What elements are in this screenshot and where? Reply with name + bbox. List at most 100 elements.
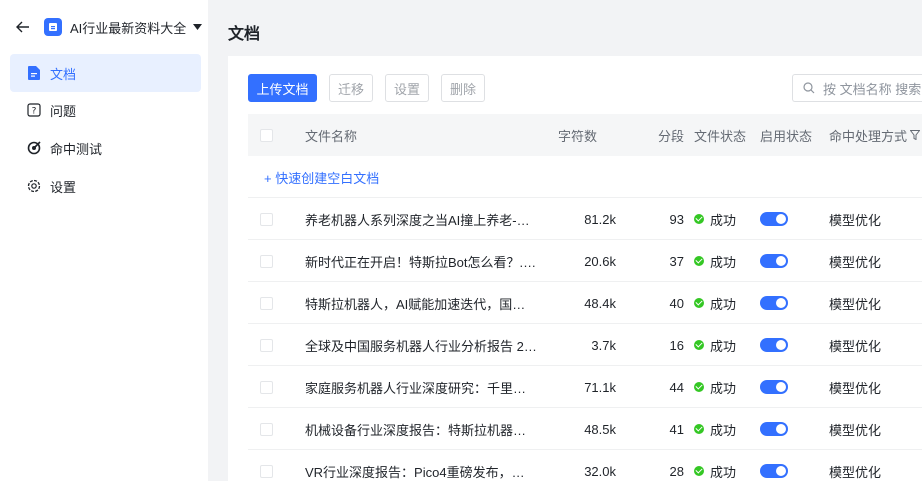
table-header: 文件名称 字符数 分段 文件状态 启用状态 命中处理方式: [248, 114, 922, 156]
file-status: 成功: [710, 212, 737, 228]
svg-text:?: ?: [32, 107, 37, 117]
upload-document-button[interactable]: 上传文档: [248, 74, 317, 102]
file-status: 成功: [710, 296, 737, 312]
sidebar-item-label: 文档: [50, 66, 77, 82]
file-name[interactable]: 特斯拉机器人，AI赋能加速迭代，国产…: [305, 294, 537, 313]
segment-count: 28: [669, 463, 684, 479]
table-body: 养老机器人系列深度之当AI撞上养老-东… 81.2k 93 成功 模型优化 新时代正在开启…: [248, 198, 922, 481]
char-count: 32.0k: [584, 463, 616, 479]
char-count: 48.4k: [584, 295, 616, 311]
segment-count: 16: [669, 337, 684, 353]
table-row[interactable]: VR行业深度报告：Pico4重磅发布，产… 32.0k 28 成功 模型优化: [248, 450, 922, 481]
enable-toggle[interactable]: [760, 464, 788, 478]
row-checkbox[interactable]: [260, 380, 273, 394]
header-file-status: 文件状态: [694, 128, 747, 144]
success-check-icon: [694, 214, 704, 224]
segment-count: 93: [669, 211, 684, 227]
header-file-name: 文件名称: [305, 128, 358, 144]
header-segments: 分段: [657, 128, 684, 144]
sidebar-item-label: 设置: [50, 179, 77, 195]
char-count: 81.2k: [584, 211, 616, 227]
knowledge-base-logo-icon: [44, 18, 62, 36]
hit-mode: 模型优化: [829, 422, 882, 438]
knowledge-base-header: AI行业最新资料大全: [0, 0, 208, 54]
segment-count: 40: [669, 295, 684, 311]
success-check-icon: [694, 466, 704, 476]
char-count: 48.5k: [584, 421, 616, 437]
target-icon: [26, 140, 42, 156]
documents-table: 文件名称 字符数 分段 文件状态 启用状态 命中处理方式 + 快速创建空白文档 …: [248, 114, 922, 481]
row-checkbox[interactable]: [260, 212, 273, 226]
enable-toggle[interactable]: [760, 254, 788, 268]
char-count: 71.1k: [584, 379, 616, 395]
row-checkbox[interactable]: [260, 464, 273, 478]
file-status: 成功: [710, 464, 737, 480]
table-row[interactable]: 新时代正在开启！特斯拉Bot怎么看？.pdf 20.6k 37 成功 模型优化: [248, 240, 922, 282]
row-checkbox[interactable]: [260, 338, 273, 352]
documents-panel: 上传文档 迁移 设置 删除 按 文档名称 搜索 文件名称 字符数 分段 文件状态…: [228, 56, 922, 481]
quick-create-row[interactable]: + 快速创建空白文档: [248, 156, 922, 198]
success-check-icon: [694, 424, 704, 434]
caret-down-icon[interactable]: [192, 22, 202, 32]
file-name[interactable]: 家庭服务机器人行业深度研究：千里之…: [305, 378, 537, 397]
file-name[interactable]: 新时代正在开启！特斯拉Bot怎么看？.pdf: [305, 252, 537, 271]
gear-icon: [26, 178, 42, 194]
row-checkbox[interactable]: [260, 422, 273, 436]
header-enable-status: 启用状态: [760, 128, 813, 144]
sidebar-item-hit-test[interactable]: 命中测试: [10, 129, 201, 167]
hit-mode: 模型优化: [829, 254, 882, 270]
hit-mode: 模型优化: [829, 338, 882, 354]
table-row[interactable]: 家庭服务机器人行业深度研究：千里之… 71.1k 44 成功 模型优化: [248, 366, 922, 408]
file-name[interactable]: 全球及中国服务机器人行业分析报告 2…: [305, 336, 537, 355]
header-chars: 字符数: [558, 128, 598, 144]
segment-count: 44: [669, 379, 684, 395]
hit-mode: 模型优化: [829, 380, 882, 396]
search-placeholder: 按 文档名称 搜索: [823, 81, 922, 97]
sidebar-item-questions[interactable]: ? 问题: [10, 91, 201, 129]
file-status: 成功: [710, 380, 737, 396]
table-row[interactable]: 全球及中国服务机器人行业分析报告 2… 3.7k 16 成功 模型优化: [248, 324, 922, 366]
file-name[interactable]: 机械设备行业深度报告：特斯拉机器人…: [305, 420, 537, 439]
enable-toggle[interactable]: [760, 422, 788, 436]
main-content: 文档 上传文档 迁移 设置 删除 按 文档名称 搜索 文件名称 字符数 分段 文…: [208, 0, 922, 481]
enable-toggle[interactable]: [760, 338, 788, 352]
char-count: 3.7k: [591, 337, 616, 353]
hit-mode: 模型优化: [829, 212, 882, 228]
search-input[interactable]: 按 文档名称 搜索: [792, 74, 922, 102]
success-check-icon: [694, 382, 704, 392]
sidebar: AI行业最新资料大全 文档 ? 问题 命中测试 设置: [0, 0, 208, 481]
row-checkbox[interactable]: [260, 254, 273, 268]
table-row[interactable]: 养老机器人系列深度之当AI撞上养老-东… 81.2k 93 成功 模型优化: [248, 198, 922, 240]
sidebar-item-label: 命中测试: [50, 141, 103, 157]
table-row[interactable]: 特斯拉机器人，AI赋能加速迭代，国产… 48.4k 40 成功 模型优化: [248, 282, 922, 324]
row-checkbox[interactable]: [260, 296, 273, 310]
segment-count: 37: [669, 253, 684, 269]
table-row[interactable]: 机械设备行业深度报告：特斯拉机器人… 48.5k 41 成功 模型优化: [248, 408, 922, 450]
sidebar-item-settings[interactable]: 设置: [10, 167, 201, 205]
toolbar: 上传文档 迁移 设置 删除 按 文档名称 搜索: [248, 74, 922, 102]
segment-count: 41: [669, 421, 684, 437]
file-status: 成功: [710, 338, 737, 354]
document-icon: [26, 65, 42, 81]
migrate-button[interactable]: 迁移: [329, 74, 373, 102]
hit-mode: 模型优化: [829, 296, 882, 312]
enable-toggle[interactable]: [760, 380, 788, 394]
file-name[interactable]: 养老机器人系列深度之当AI撞上养老-东…: [305, 210, 537, 229]
quick-create-link[interactable]: + 快速创建空白文档: [264, 156, 564, 198]
delete-button[interactable]: 删除: [441, 74, 485, 102]
file-name[interactable]: VR行业深度报告：Pico4重磅发布，产…: [305, 462, 537, 481]
page-title: 文档: [228, 26, 261, 43]
select-all-checkbox[interactable]: [260, 128, 273, 142]
sidebar-item-label: 问题: [50, 103, 77, 119]
enable-toggle[interactable]: [760, 296, 788, 310]
enable-toggle[interactable]: [760, 212, 788, 226]
filter-icon[interactable]: [910, 130, 921, 140]
char-count: 20.6k: [584, 253, 616, 269]
sidebar-item-documents[interactable]: 文档: [10, 54, 201, 92]
success-check-icon: [694, 298, 704, 308]
file-status: 成功: [710, 422, 737, 438]
knowledge-base-title[interactable]: AI行业最新资料大全: [70, 18, 186, 37]
header-hit-mode: 命中处理方式: [829, 114, 922, 156]
back-arrow-icon[interactable]: [14, 18, 32, 36]
settings-button[interactable]: 设置: [385, 74, 429, 102]
